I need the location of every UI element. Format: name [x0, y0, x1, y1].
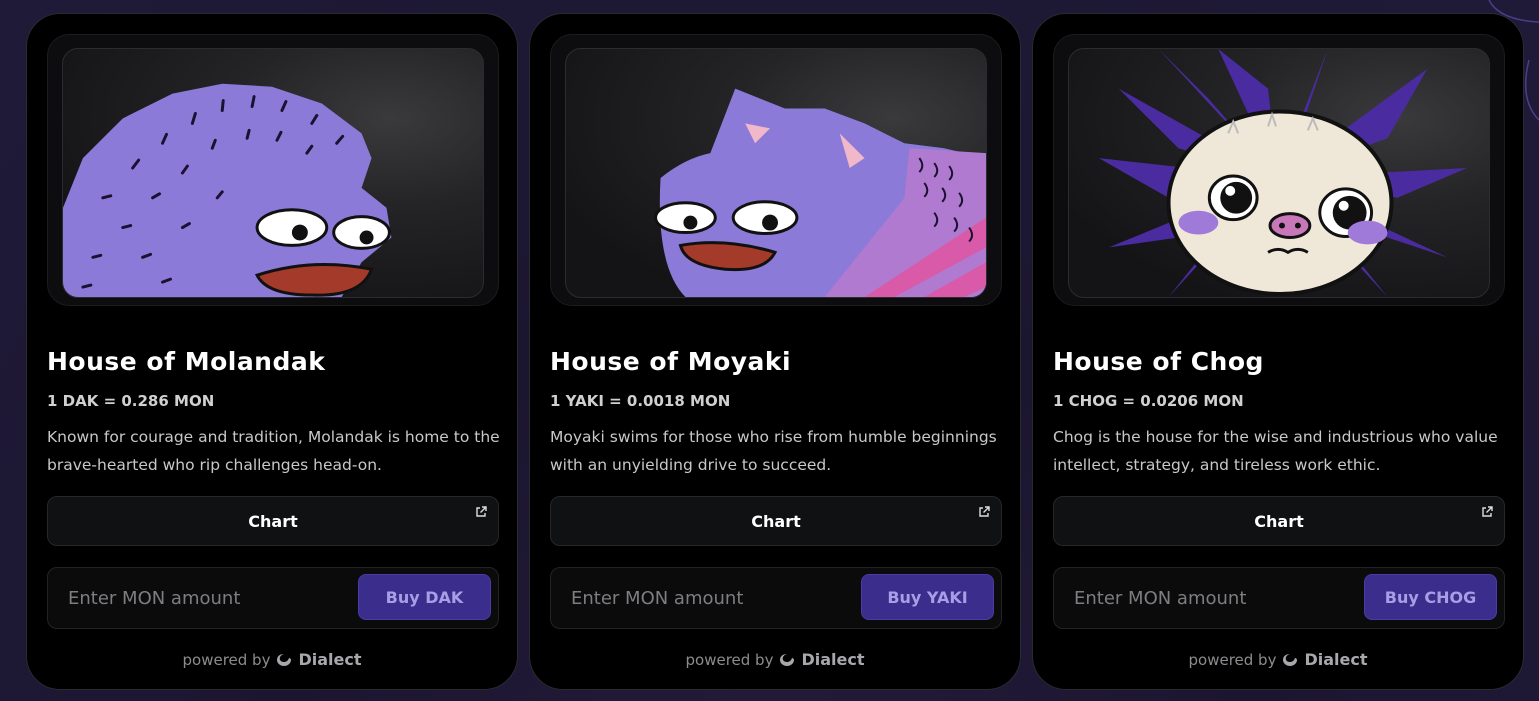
- chog-creature-image: [1068, 48, 1490, 298]
- card-description: Known for courage and tradition, Molanda…: [47, 428, 500, 474]
- external-link-icon: [476, 506, 487, 517]
- external-link-icon: [979, 506, 990, 517]
- buy-row: Buy CHOG: [1053, 567, 1505, 629]
- buy-row: Buy DAK: [47, 567, 499, 629]
- chart-button[interactable]: Chart: [1053, 496, 1505, 546]
- buy-chog-button[interactable]: Buy CHOG: [1364, 574, 1497, 620]
- mon-amount-input[interactable]: [551, 568, 851, 628]
- exchange-rate: 1 CHOG = 0.0206 MON: [1053, 392, 1244, 410]
- chart-button-label: Chart: [751, 511, 801, 531]
- card-description: Chog is the house for the wise and indus…: [1053, 428, 1498, 474]
- dialect-logo-icon: [1283, 653, 1298, 666]
- exchange-rate: 1 DAK = 0.286 MON: [47, 392, 215, 410]
- chart-button[interactable]: Chart: [47, 496, 499, 546]
- buy-row: Buy YAKI: [550, 567, 1002, 629]
- card-description: Moyaki swims for those who rise from hum…: [550, 428, 997, 474]
- dialect-logo-icon: [277, 653, 292, 666]
- house-card-chog: House of Chog 1 CHOG = 0.0206 MON Chog i…: [1032, 13, 1524, 690]
- card-title: House of Chog: [1053, 347, 1264, 376]
- external-link-icon: [1482, 506, 1493, 517]
- powered-by-footer[interactable]: powered by Dialect: [27, 650, 517, 669]
- dialect-brand: Dialect: [801, 650, 865, 669]
- dialect-logo-icon: [780, 653, 795, 666]
- card-title: House of Moyaki: [550, 347, 792, 376]
- buy-dak-button[interactable]: Buy DAK: [358, 574, 491, 620]
- dialect-brand: Dialect: [1304, 650, 1368, 669]
- buy-yaki-button[interactable]: Buy YAKI: [861, 574, 994, 620]
- chart-button-label: Chart: [1254, 511, 1304, 531]
- card-title: House of Molandak: [47, 347, 326, 376]
- molandak-hedgehog-image: [62, 48, 484, 298]
- powered-by-label: powered by: [1188, 650, 1277, 669]
- powered-by-label: powered by: [685, 650, 774, 669]
- moyaki-fish-image: [565, 48, 987, 298]
- powered-by-label: powered by: [182, 650, 271, 669]
- image-frame: [47, 34, 499, 306]
- chart-button-label: Chart: [248, 511, 298, 531]
- powered-by-footer[interactable]: powered by Dialect: [530, 650, 1020, 669]
- image-frame: [1053, 34, 1505, 306]
- powered-by-footer[interactable]: powered by Dialect: [1033, 650, 1523, 669]
- image-frame: [550, 34, 1002, 306]
- mon-amount-input[interactable]: [48, 568, 348, 628]
- chart-button[interactable]: Chart: [550, 496, 1002, 546]
- house-card-molandak: House of Molandak 1 DAK = 0.286 MON Know…: [26, 13, 518, 690]
- exchange-rate: 1 YAKI = 0.0018 MON: [550, 392, 731, 410]
- mon-amount-input[interactable]: [1054, 568, 1354, 628]
- dialect-brand: Dialect: [298, 650, 362, 669]
- house-card-moyaki: House of Moyaki 1 YAKI = 0.0018 MON Moya…: [529, 13, 1021, 690]
